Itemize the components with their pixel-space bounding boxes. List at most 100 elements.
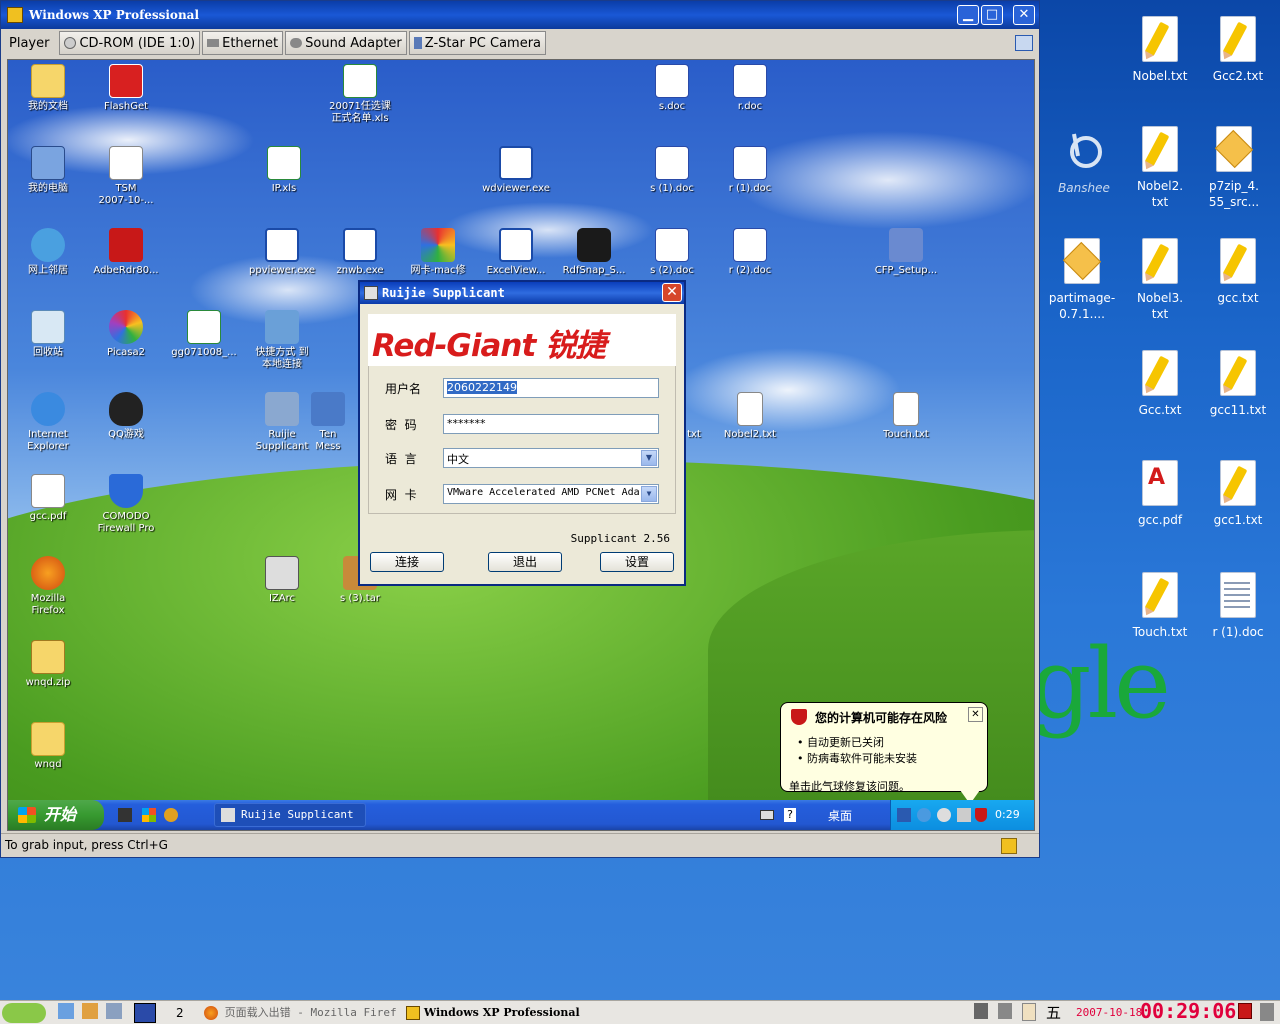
camera-device-button[interactable]: Z-Star PC Camera xyxy=(408,31,547,55)
dialog-titlebar[interactable]: Ruijie Supplicant ✕ xyxy=(360,282,684,304)
launcher-icon[interactable] xyxy=(106,1003,122,1019)
guest-icon-ip-xls[interactable]: IP.xls xyxy=(244,146,324,195)
guest-icon-flashget[interactable]: FlashGet xyxy=(86,64,166,113)
guest-icon-comodo[interactable]: COMODO Firewall Pro xyxy=(86,474,166,535)
fullscreen-icon[interactable] xyxy=(1015,35,1033,51)
host-icon-gcc[interactable]: gcc.txt xyxy=(1200,238,1276,306)
tray-icon[interactable] xyxy=(897,808,911,822)
guest-icon-s1-doc[interactable]: s (1).doc xyxy=(632,146,712,195)
quicklaunch-icon[interactable] xyxy=(142,808,156,822)
balloon-close-button[interactable]: ✕ xyxy=(968,707,983,722)
guest-icon-txt[interactable]: txt xyxy=(684,392,704,441)
keyboard-layout-icon[interactable] xyxy=(1022,1003,1036,1021)
settings-button[interactable]: 设置 xyxy=(600,552,674,572)
host-icon-banshee[interactable]: Banshee xyxy=(1046,128,1122,196)
tray-icon[interactable] xyxy=(937,808,951,822)
guest-icon-gcc-pdf[interactable]: gcc.pdf xyxy=(8,474,88,523)
task-firefox[interactable]: 页面载入出错 - Mozilla Firef xyxy=(204,1003,400,1023)
host-icon-gcc1[interactable]: gcc1.txt xyxy=(1200,460,1276,528)
guest-icon-mac-change[interactable]: 网卡-mac修 xyxy=(398,228,478,277)
show-desktop-icon[interactable] xyxy=(1238,1003,1252,1019)
guest-icon-recycle-bin[interactable]: 回收站 xyxy=(8,310,88,359)
sound-device-button[interactable]: Sound Adapter xyxy=(285,31,407,55)
chevron-down-icon[interactable]: ▼ xyxy=(641,450,657,466)
trash-icon[interactable] xyxy=(1260,1003,1274,1021)
desktop-toolbar-label[interactable]: 桌面 xyxy=(828,807,852,824)
guest-icon-tsm[interactable]: TSM 2007-10-... xyxy=(86,146,166,207)
guest-icon-my-documents[interactable]: 我的文档 xyxy=(8,64,88,113)
host-icon-gcc11[interactable]: gcc11.txt xyxy=(1200,350,1276,418)
host-icon-gcc-upper[interactable]: Gcc.txt xyxy=(1122,350,1198,418)
guest-icon-my-computer[interactable]: 我的电脑 xyxy=(8,146,88,195)
network-icon[interactable] xyxy=(998,1003,1012,1019)
guest-icon-wnqd-zip[interactable]: wnqd.zip xyxy=(8,640,88,689)
exit-button[interactable]: 退出 xyxy=(488,552,562,572)
home-icon[interactable] xyxy=(82,1003,98,1019)
connect-button[interactable]: 连接 xyxy=(370,552,444,572)
task-ruijie-supplicant[interactable]: Ruijie Supplicant xyxy=(214,803,366,827)
guest-icon-r-doc[interactable]: r.doc xyxy=(710,64,790,113)
guest-icon-firefox[interactable]: Mozilla Firefox xyxy=(8,556,88,617)
guest-icon-local-connection[interactable]: 快捷方式 到 本地连接 xyxy=(242,310,322,371)
launcher-icon[interactable] xyxy=(58,1003,74,1019)
username-input[interactable]: 2060222149 xyxy=(443,378,659,398)
volume-icon[interactable] xyxy=(974,1003,988,1019)
guest-screen[interactable]: 我的文档 我的电脑 网上邻居 回收站 Internet Explorer gcc… xyxy=(7,59,1035,831)
guest-icon-izarc[interactable]: IZArc xyxy=(242,556,322,605)
host-icon-nobel3[interactable]: Nobel3. txt xyxy=(1122,238,1198,322)
tray-icon[interactable] xyxy=(957,808,971,822)
security-warning-icon[interactable] xyxy=(975,808,987,822)
chevron-down-icon[interactable]: ▼ xyxy=(641,486,657,502)
host-icon-gcc-pdf[interactable]: A gcc.pdf xyxy=(1122,460,1198,528)
security-balloon[interactable]: 您的计算机可能存在风险 ✕ 自动更新已关闭 防病毒软件可能未安装 单击此气球修复… xyxy=(780,702,988,793)
host-icon-gcc2[interactable]: Gcc2.txt xyxy=(1200,16,1276,84)
guest-icon-nobel2[interactable]: Nobel2.txt xyxy=(710,392,790,441)
guest-icon-xls-list[interactable]: 20071任选课 正式名单.xls xyxy=(320,64,400,125)
tray-icon[interactable] xyxy=(917,808,931,822)
maximize-button[interactable]: □ xyxy=(981,5,1003,25)
password-input[interactable]: ******* xyxy=(443,414,659,434)
host-icon-r1-doc[interactable]: r (1).doc xyxy=(1200,572,1276,640)
host-icon-nobel[interactable]: Nobel.txt xyxy=(1122,16,1198,84)
help-icon[interactable]: ? xyxy=(784,808,796,822)
guest-icon-picasa[interactable]: Picasa2 xyxy=(86,310,166,359)
host-icon-nobel2[interactable]: Nobel2. txt xyxy=(1122,126,1198,210)
guest-icon-qq-games[interactable]: QQ游戏 xyxy=(86,392,166,441)
guest-icon-ie[interactable]: Internet Explorer xyxy=(8,392,88,453)
suse-menu-icon[interactable] xyxy=(2,1003,46,1023)
language-select[interactable]: 中文 ▼ xyxy=(443,448,659,468)
guest-icon-excelviewer[interactable]: ExcelView... xyxy=(476,228,556,277)
task-vm-window[interactable]: Windows XP Professional xyxy=(406,1003,602,1023)
guest-icon-znwb[interactable]: znwb.exe xyxy=(320,228,400,277)
cdrom-device-button[interactable]: CD-ROM (IDE 1:0) xyxy=(59,31,201,55)
host-icon-partimage[interactable]: partimage- 0.7.1.... xyxy=(1044,238,1120,322)
host-icon-p7zip[interactable]: p7zip_4. 55_src... xyxy=(1196,126,1272,210)
workspace-number[interactable]: 2 xyxy=(176,1003,184,1023)
ethernet-device-button[interactable]: Ethernet xyxy=(202,31,284,55)
player-menu[interactable]: Player xyxy=(5,31,53,55)
dialog-close-button[interactable]: ✕ xyxy=(662,283,682,302)
guest-icon-gg071008[interactable]: gg071008_... xyxy=(164,310,244,359)
guest-icon-touch[interactable]: Touch.txt xyxy=(866,392,946,441)
guest-icon-r2-doc[interactable]: r (2).doc xyxy=(710,228,790,277)
guest-icon-adberdr[interactable]: AdbeRdr80... xyxy=(86,228,166,277)
keyboard-icon[interactable] xyxy=(760,810,774,820)
guest-icon-s-doc[interactable]: s.doc xyxy=(632,64,712,113)
guest-icon-ppviewer[interactable]: ppviewer.exe xyxy=(242,228,322,277)
workspace-pager-icon[interactable] xyxy=(134,1003,156,1023)
guest-icon-ten-mess[interactable]: Ten Mess xyxy=(308,392,348,453)
input-method-indicator[interactable]: 五 xyxy=(1046,1003,1061,1023)
quicklaunch-icon[interactable] xyxy=(118,808,132,822)
guest-icon-network[interactable]: 网上邻居 xyxy=(8,228,88,277)
close-button[interactable]: ✕ xyxy=(1013,5,1035,25)
guest-icon-wdviewer[interactable]: wdviewer.exe xyxy=(476,146,556,195)
nic-select[interactable]: VMware Accelerated AMD PCNet Ada ▼ xyxy=(443,484,659,504)
guest-icon-wnqd[interactable]: wnqd xyxy=(8,722,88,771)
minimize-button[interactable]: ▁ xyxy=(957,5,979,25)
guest-icon-r1-doc[interactable]: r (1).doc xyxy=(710,146,790,195)
quicklaunch-icon[interactable] xyxy=(164,808,178,822)
guest-icon-rdfsnap[interactable]: RdfSnap_S... xyxy=(554,228,634,277)
guest-icon-cfp-setup[interactable]: CFP_Setup... xyxy=(866,228,946,277)
guest-icon-s2-doc[interactable]: s (2).doc xyxy=(632,228,712,277)
start-button[interactable]: 开始 xyxy=(8,800,104,830)
